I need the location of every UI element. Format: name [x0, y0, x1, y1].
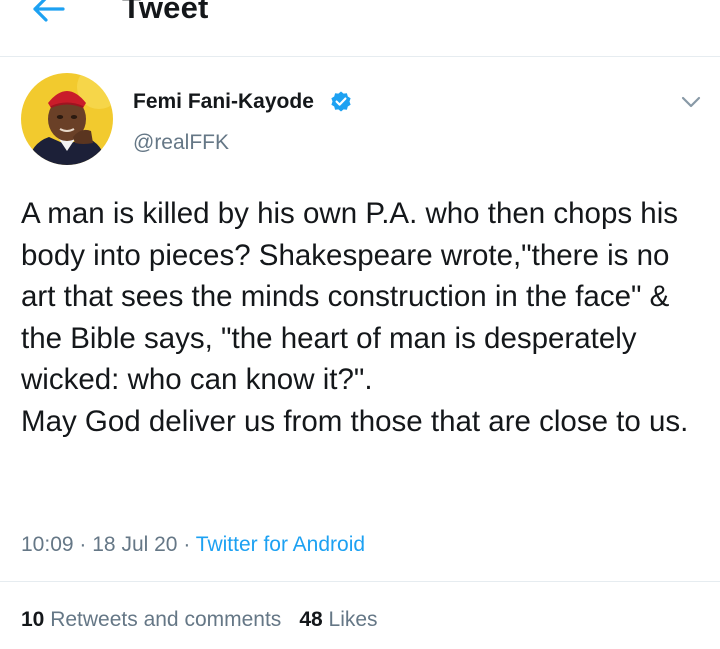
meta-separator: · [183, 533, 191, 556]
top-bar: Tweet [0, 0, 720, 57]
retweets-count: 10 [21, 608, 45, 631]
author-handle[interactable]: @realFFK [133, 131, 229, 155]
tweet-text: A man is killed by his own P.A. who then… [21, 197, 689, 438]
chevron-down-icon[interactable] [680, 94, 702, 110]
tweet-stats: 10 Retweets and comments 48 Likes [21, 608, 378, 632]
tweet-time: 10:09 [21, 533, 74, 556]
author-name[interactable]: Femi Fani-Kayode [133, 90, 314, 114]
likes-count: 48 [299, 608, 323, 631]
tweet-meta: 10:09 · 18 Jul 20 · Twitter for Android [21, 533, 365, 557]
tweet-source-link[interactable]: Twitter for Android [196, 533, 365, 556]
retweets-label: Retweets and comments [50, 608, 282, 631]
arrow-left-icon[interactable] [30, 0, 66, 24]
page-title: Tweet [122, 0, 209, 25]
likes-stat[interactable]: 48 Likes [299, 608, 377, 631]
profile-photo [21, 73, 113, 165]
likes-label: Likes [328, 608, 378, 631]
divider [0, 581, 720, 582]
tweet-date: 18 Jul 20 [92, 533, 178, 556]
verified-badge-icon [331, 91, 351, 112]
avatar[interactable] [21, 73, 113, 165]
meta-separator: · [79, 533, 87, 556]
retweets-stat[interactable]: 10 Retweets and comments [21, 608, 281, 631]
